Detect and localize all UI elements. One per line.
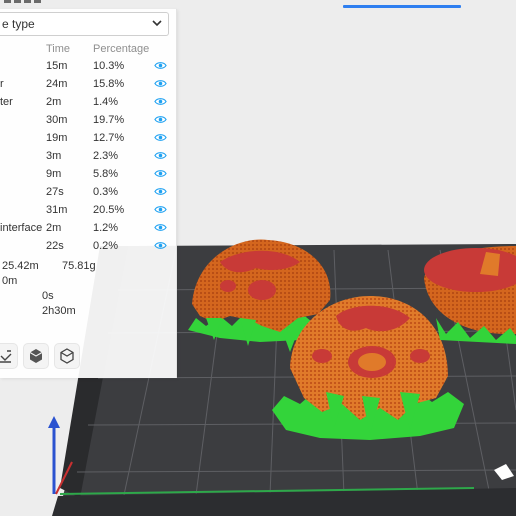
dropdown-value: e type (2, 17, 35, 31)
eye-icon[interactable] (154, 203, 167, 216)
layers-view-button[interactable] (0, 343, 18, 369)
legend-row: 31m 20.5% (0, 204, 176, 222)
legend-row: interface 2m 1.2% (0, 222, 176, 240)
row-percentage: 19.7% (93, 114, 125, 126)
layers-icon (0, 350, 12, 363)
eye-icon[interactable] (154, 77, 167, 90)
eye-icon[interactable] (154, 167, 167, 180)
row-time: 30m (46, 114, 68, 126)
row-percentage: 10.3% (93, 60, 125, 72)
row-name: r (0, 78, 4, 90)
row-time: 22s (46, 240, 64, 252)
row-time: 19m (46, 132, 68, 144)
legend-row: 27s 0.3% (0, 186, 176, 204)
row-percentage: 0.2% (93, 240, 119, 252)
filament-length-continued: 0m (2, 275, 18, 287)
total-time: 2h30m (42, 305, 76, 317)
row-time: 2m (46, 96, 62, 108)
eye-icon[interactable] (154, 59, 167, 72)
eye-icon[interactable] (154, 95, 167, 108)
cube-outline-icon (60, 348, 74, 364)
row-percentage: 15.8% (93, 78, 125, 90)
chevron-down-icon (152, 20, 162, 27)
legend-row: ter 2m 1.4% (0, 96, 176, 114)
row-percentage: 20.5% (93, 204, 125, 216)
row-time: 2m (46, 222, 62, 234)
row-percentage: 0.3% (93, 186, 119, 198)
row-time: 9m (46, 168, 62, 180)
legend-row: 19m 12.7% (0, 132, 176, 150)
time-column-header: Time (46, 43, 71, 55)
row-time: 3m (46, 150, 62, 162)
prepare-time: 0s (42, 290, 54, 302)
row-percentage: 12.7% (93, 132, 125, 144)
eye-icon[interactable] (154, 239, 167, 252)
row-name: interface (0, 222, 43, 234)
row-time: 31m (46, 204, 68, 216)
eye-icon[interactable] (154, 221, 167, 234)
outline-view-button[interactable] (54, 343, 80, 369)
legend-panel: e type Time Percentage 15m 10.3% r 24m 1… (0, 9, 177, 378)
cube-solid-icon (29, 349, 43, 363)
solid-view-button[interactable] (23, 343, 49, 369)
total-filament-weight: 75.81g (62, 260, 96, 272)
total-filament-length: 25.42m (2, 260, 39, 272)
eye-icon[interactable] (154, 131, 167, 144)
eye-icon[interactable] (154, 185, 167, 198)
eye-icon[interactable] (154, 149, 167, 162)
legend-row: 3m 2.3% (0, 150, 176, 168)
row-time: 27s (46, 186, 64, 198)
legend-row: 15m 10.3% (0, 60, 176, 78)
eye-icon[interactable] (154, 113, 167, 126)
row-percentage: 1.2% (93, 222, 119, 234)
z-axis-arrow (48, 416, 60, 428)
legend-row: 30m 19.7% (0, 114, 176, 132)
legend-row: 9m 5.8% (0, 168, 176, 186)
row-name: ter (0, 96, 13, 108)
row-percentage: 5.8% (93, 168, 119, 180)
row-time: 24m (46, 78, 68, 90)
row-percentage: 1.4% (93, 96, 119, 108)
row-percentage: 2.3% (93, 150, 119, 162)
percentage-column-header: Percentage (93, 43, 150, 55)
legend-row: r 24m 15.8% (0, 78, 176, 96)
row-time: 15m (46, 60, 68, 72)
legend-row: 22s 0.2% (0, 240, 176, 258)
view-type-dropdown[interactable]: e type (0, 12, 169, 36)
